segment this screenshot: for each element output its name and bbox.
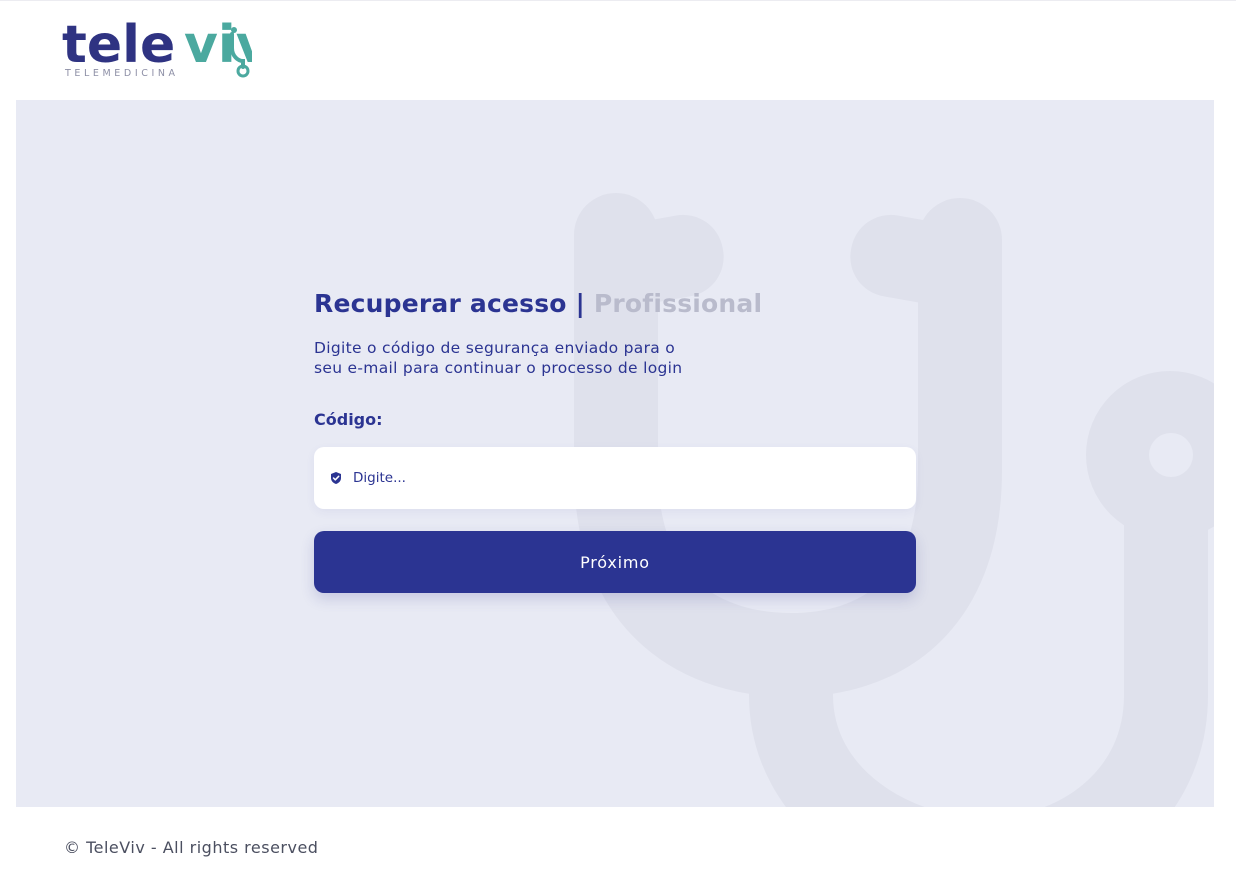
title-role: Profissional	[593, 289, 763, 318]
instructions-line-2: seu e-mail para continuar o processo de …	[314, 359, 683, 377]
title-separator: |	[575, 289, 585, 318]
title-main: Recuperar acesso	[314, 289, 567, 318]
footer-copyright: © TeleViv - All rights reserved	[64, 838, 319, 857]
login-recovery-page: tele viv TELEMEDICINA Rec	[0, 0, 1236, 884]
instructions-text: Digite o código de segurança enviado par…	[314, 338, 774, 378]
recovery-panel: Recuperar acesso | Profissional Digite o…	[16, 100, 1214, 807]
code-input[interactable]	[353, 463, 893, 493]
shield-check-icon	[329, 471, 343, 485]
header: tele viv TELEMEDICINA	[0, 0, 1236, 100]
televiv-logo[interactable]: tele viv TELEMEDICINA	[62, 18, 252, 82]
logo-subtitle: TELEMEDICINA	[65, 68, 179, 79]
logo-text-main: tele	[62, 18, 175, 75]
instructions-line-1: Digite o código de segurança enviado par…	[314, 339, 676, 357]
code-label: Código:	[314, 410, 383, 429]
next-button[interactable]: Próximo	[314, 531, 916, 593]
page-title: Recuperar acesso | Profissional	[314, 288, 762, 320]
code-input-container[interactable]	[314, 447, 916, 509]
